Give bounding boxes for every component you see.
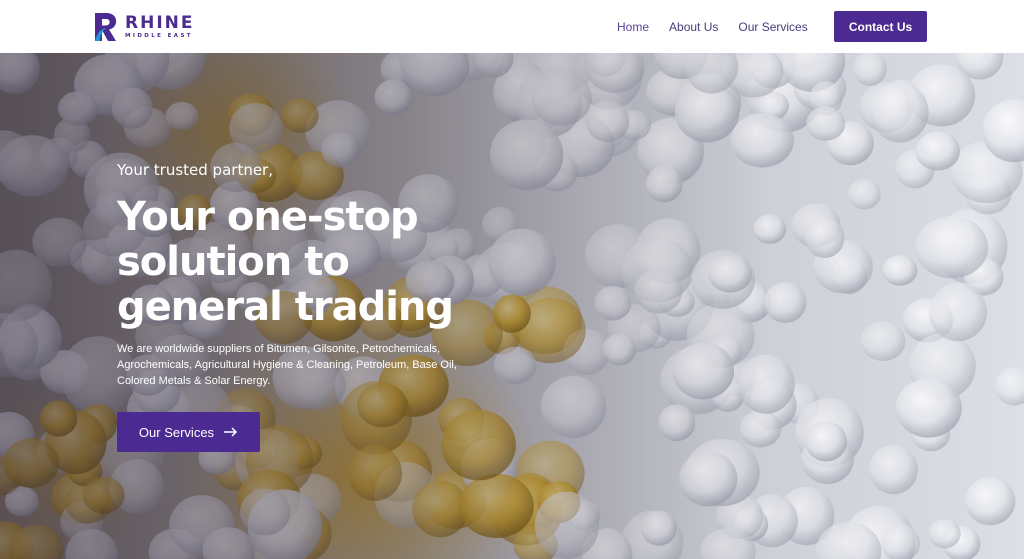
page: RHINE MIDDLE EAST Home About Us Our Serv… bbox=[0, 0, 1024, 559]
rhine-logo-icon bbox=[95, 13, 117, 41]
logo-link[interactable]: RHINE MIDDLE EAST bbox=[92, 10, 194, 44]
hero-description: We are worldwide suppliers of Bitumen, G… bbox=[117, 343, 457, 387]
logo-name: RHINE bbox=[125, 13, 195, 33]
main-nav: Home About Us Our Services bbox=[617, 0, 828, 53]
logo-text: RHINE MIDDLE EAST bbox=[125, 14, 194, 40]
arrow-right-icon bbox=[224, 427, 238, 437]
nav-item-home[interactable]: Home bbox=[617, 20, 649, 34]
our-services-button[interactable]: Our Services bbox=[117, 412, 260, 452]
nav-item-about-us[interactable]: About Us bbox=[669, 20, 718, 34]
contact-us-button[interactable]: Contact Us bbox=[834, 11, 927, 42]
our-services-button-label: Our Services bbox=[138, 424, 215, 440]
logo-subtitle: MIDDLE EAST bbox=[125, 33, 193, 39]
site-header: RHINE MIDDLE EAST Home About Us Our Serv… bbox=[0, 0, 1024, 53]
nav-item-our-services[interactable]: Our Services bbox=[738, 20, 807, 34]
hero-tagline: Your trusted partner, bbox=[117, 161, 273, 179]
hero-section: Your trusted partner, Your one-stop solu… bbox=[0, 53, 1024, 559]
hero-headline: Your one-stop solution to general tradin… bbox=[117, 194, 454, 330]
